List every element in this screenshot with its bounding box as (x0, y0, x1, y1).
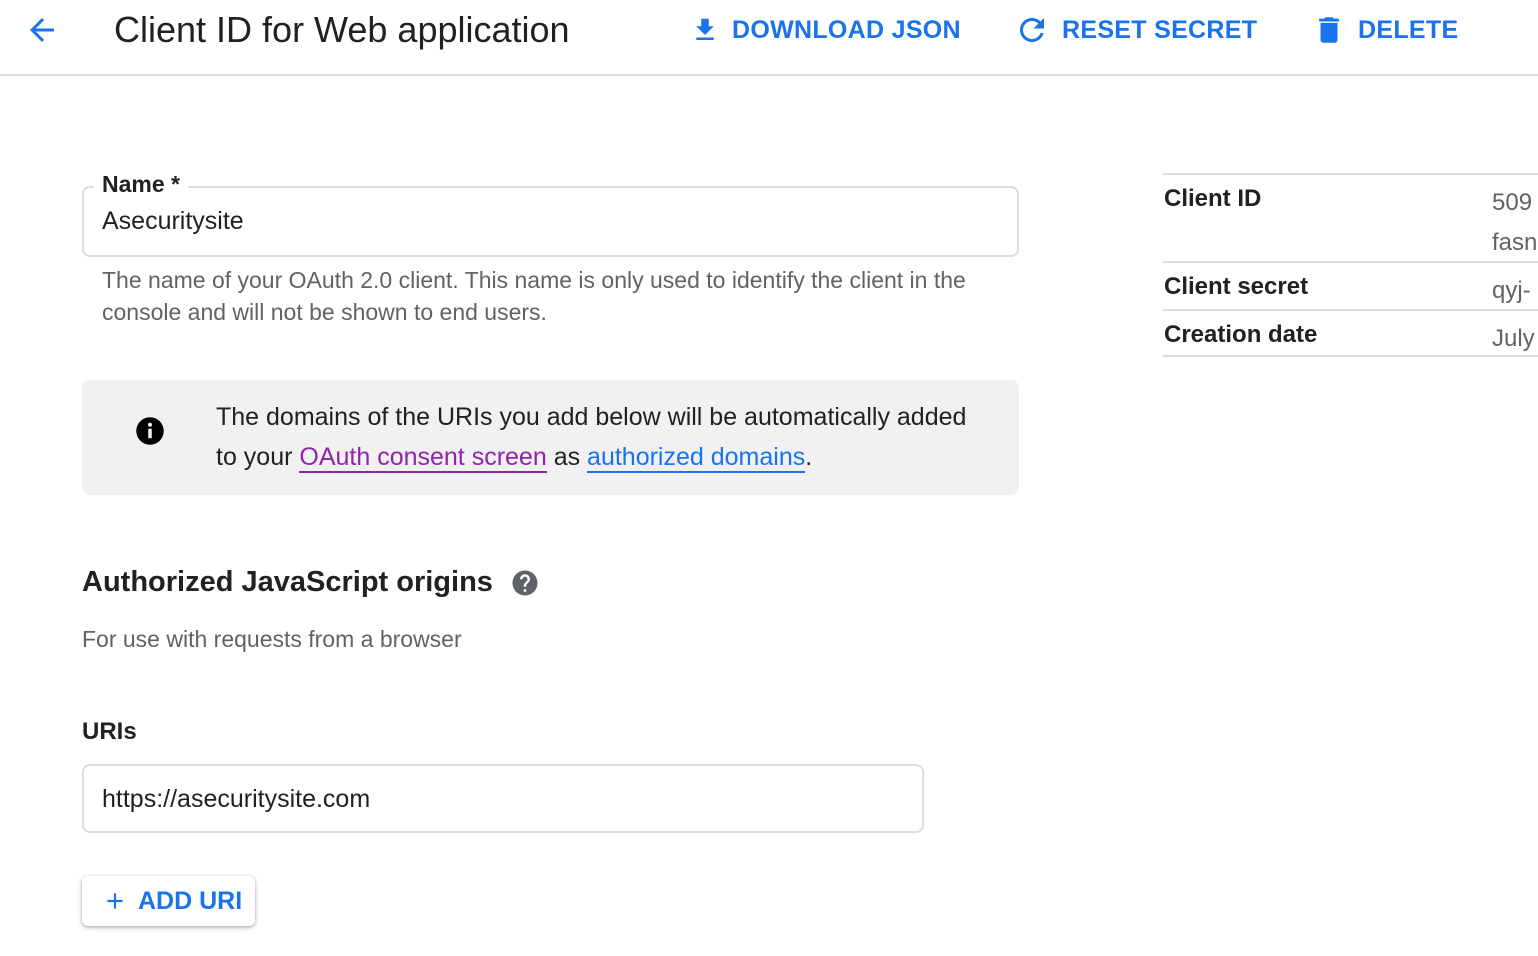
client-secret-key: Client secret (1164, 273, 1309, 300)
name-input-value[interactable]: Asecuritysite (102, 204, 244, 238)
info-icon (136, 417, 164, 445)
uri-input[interactable]: https://asecuritysite.com (82, 764, 924, 833)
info-banner-text: The domains of the URIs you add below wi… (216, 397, 976, 477)
trash-icon (1319, 17, 1339, 43)
back-button[interactable] (20, 8, 64, 52)
client-id-value-line-2: fasn (1492, 229, 1538, 256)
client-secret-row: Client secret qyj- (1163, 261, 1538, 309)
oauth-consent-screen-link[interactable]: OAuth consent screen (299, 443, 547, 473)
name-helper-text: The name of your OAuth 2.0 client. This … (102, 267, 966, 325)
uri-input-value[interactable]: https://asecuritysite.com (102, 782, 370, 816)
creation-date-row: Creation date July (1163, 309, 1538, 357)
client-details-table: Client ID 509 fasn Client secret qyj- Cr… (1163, 173, 1538, 357)
download-json-button[interactable]: DOWNLOAD JSON (690, 8, 961, 52)
authorized-domains-link[interactable]: authorized domains (587, 443, 806, 473)
info-text-between: as (546, 443, 588, 471)
creation-date-key: Creation date (1164, 321, 1318, 348)
js-origins-subtitle: For use with requests from a browser (82, 626, 462, 652)
client-id-value[interactable]: 509 fasn (1492, 183, 1538, 263)
client-id-row: Client ID 509 fasn (1163, 173, 1538, 261)
info-text-after: . (805, 443, 813, 471)
client-secret-value[interactable]: qyj- (1492, 271, 1538, 311)
creation-date-value: July (1492, 325, 1535, 352)
name-field-label: Name * (94, 170, 188, 198)
client-id-key: Client ID (1164, 185, 1262, 212)
js-origins-title: Authorized JavaScript origins (82, 566, 493, 598)
download-icon (696, 18, 714, 40)
delete-label: DELETE (1358, 15, 1459, 44)
client-id-value-line-1: 509 (1492, 189, 1533, 216)
reset-secret-button[interactable]: RESET SECRET (1014, 8, 1257, 52)
info-banner: The domains of the URIs you add below wi… (82, 380, 1019, 495)
page: Client ID for Web application DOWNLOAD J… (0, 0, 1538, 956)
top-app-bar: Client ID for Web application DOWNLOAD J… (0, 0, 1538, 76)
download-json-label: DOWNLOAD JSON (732, 15, 961, 44)
uris-label: URIs (82, 718, 137, 745)
page-title: Client ID for Web application (114, 9, 570, 50)
add-uri-label: ADD URI (138, 886, 243, 915)
reset-secret-label: RESET SECRET (1062, 15, 1258, 44)
refresh-icon (1020, 17, 1044, 42)
delete-button[interactable]: DELETE (1312, 8, 1458, 52)
arrow-back-icon (30, 18, 54, 42)
help-icon[interactable] (510, 568, 540, 598)
plus-icon (107, 893, 123, 909)
add-uri-button[interactable]: ADD URI (82, 876, 255, 926)
